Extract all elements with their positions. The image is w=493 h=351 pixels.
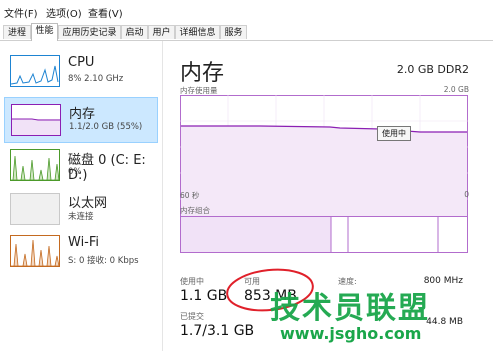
usage-graph-max: 2.0 GB — [443, 85, 469, 94]
sidebar-item-title: 内存 — [69, 107, 96, 122]
menu-file[interactable]: 文件(F) — [4, 5, 38, 20]
tab-services[interactable]: 服务 — [220, 25, 247, 39]
tab-users[interactable]: 用户 — [148, 25, 175, 39]
sidebar: CPU 8% 2.10 GHz 内存 1.1/2.0 GB (55%) 磁盘 0… — [0, 41, 163, 351]
memory-mini-graph — [12, 118, 60, 135]
menu-view[interactable]: 查看(V) — [88, 5, 123, 20]
sidebar-item-title: Wi-Fi — [68, 235, 100, 250]
tab-performance[interactable]: 性能 — [31, 23, 58, 41]
tab-startup[interactable]: 启动 — [121, 25, 148, 39]
in-use-value: 1.1 GB — [180, 288, 228, 304]
memory-thumbnail — [11, 104, 61, 136]
cpu-thumbnail — [10, 55, 60, 87]
tab-details[interactable]: 详细信息 — [175, 25, 220, 39]
sidebar-item-title: CPU — [68, 55, 95, 70]
form-value: 44.8 MB — [426, 317, 463, 327]
sidebar-item-subtitle: 0% — [68, 167, 82, 177]
graph-tooltip: 使用中 — [377, 126, 411, 141]
sidebar-item-memory[interactable]: 内存 1.1/2.0 GB (55%) — [4, 97, 158, 143]
watermark-url: www.jsgho.com — [280, 324, 422, 343]
memory-composition-bar — [180, 216, 468, 253]
memory-usage-graph — [180, 95, 468, 228]
sidebar-item-cpu[interactable]: CPU 8% 2.10 GHz — [4, 49, 158, 95]
menu-options[interactable]: 选项(O) — [46, 5, 82, 20]
cpu-mini-graph — [10, 65, 59, 85]
disk-mini-graph — [11, 155, 60, 181]
sidebar-item-ethernet[interactable]: 以太网 未连接 — [4, 187, 158, 233]
in-use-label: 使用中 — [180, 277, 204, 286]
watermark-brand: 技术员联盟 — [270, 291, 430, 326]
committed-label: 已提交 — [180, 312, 204, 321]
memory-spec: 2.0 GB DDR2 — [396, 63, 469, 76]
sidebar-item-wifi[interactable]: Wi-Fi S: 0 接收: 0 Kbps — [4, 231, 158, 277]
time-right-label: 0 — [464, 190, 469, 199]
disk-thumbnail — [10, 149, 60, 181]
sidebar-item-subtitle: 1.1/2.0 GB (55%) — [69, 122, 143, 132]
sidebar-item-subtitle: 未连接 — [68, 212, 94, 222]
sidebar-item-subtitle: 8% 2.10 GHz — [68, 74, 124, 84]
sidebar-item-disk[interactable]: 磁盘 0 (C: E: D:) 0% — [4, 145, 158, 191]
sidebar-item-title: 磁盘 0 (C: E: D:) — [68, 153, 146, 183]
menu-bar: 文件(F) 选项(O) 查看(V) — [0, 0, 493, 21]
sidebar-item-title: 以太网 — [68, 196, 108, 211]
wifi-thumbnail — [10, 235, 60, 267]
tab-app-history[interactable]: 应用历史记录 — [58, 25, 121, 39]
sidebar-item-subtitle: S: 0 接收: 0 Kbps — [68, 256, 139, 266]
composition-label: 内存组合 — [180, 206, 210, 215]
tab-bar: 进程 性能 应用历史记录 启动 用户 详细信息 服务 — [0, 22, 493, 41]
tab-processes[interactable]: 进程 — [3, 25, 31, 39]
wifi-mini-graph — [11, 239, 60, 267]
committed-value: 1.7/3.1 GB — [180, 323, 255, 339]
page-title: 内存 — [180, 61, 225, 86]
ethernet-thumbnail — [10, 193, 60, 225]
time-left-label: 60 秒 — [180, 191, 200, 200]
